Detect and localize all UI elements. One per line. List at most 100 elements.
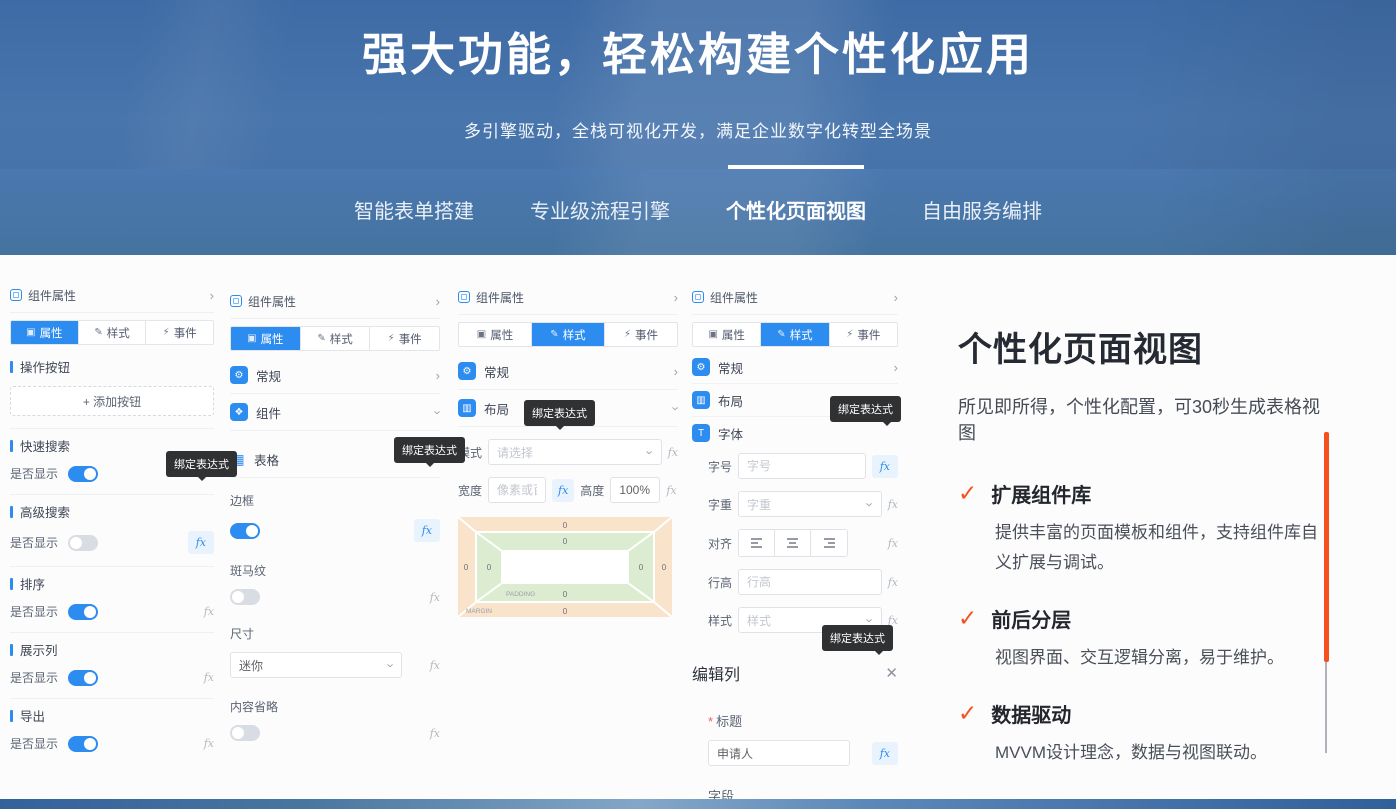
feature-scroll-indicator[interactable] — [1324, 432, 1329, 753]
panel-component-props-4: 组件属性 › ▣ 属性 ✎ 样式 ⚡ 事件 ⚙ — [692, 285, 898, 809]
add-button[interactable]: + 添加按钮 — [10, 386, 214, 416]
align-right-button[interactable] — [811, 530, 847, 556]
check-icon: ✓ — [958, 607, 977, 630]
font-weight-select[interactable]: 字重 › — [738, 491, 882, 517]
fx-button-active[interactable]: fx — [872, 742, 898, 765]
align-group — [738, 529, 848, 557]
panel3-header: 组件属性 › — [458, 285, 678, 309]
event-icon: ⚡ — [388, 333, 395, 344]
title-field-label: *标题 — [692, 711, 898, 730]
padding-top-value: 0 — [563, 537, 568, 546]
quick-search-toggle[interactable] — [68, 466, 98, 482]
tab-style[interactable]: ✎ 样式 — [761, 323, 829, 346]
border-label: 边框 — [230, 492, 440, 509]
section-advanced-search: 高级搜索 — [10, 502, 214, 521]
style-icon: ✎ — [317, 333, 325, 344]
fx-button[interactable]: fx — [430, 727, 440, 740]
fx-button[interactable]: fx — [204, 737, 214, 750]
component-icon: ❖ — [230, 403, 248, 421]
title-input[interactable] — [708, 740, 850, 766]
layout-icon: ▥ — [458, 399, 476, 417]
chevron-right-icon: › — [436, 369, 440, 382]
tab-smart-form[interactable]: 智能表单搭建 — [354, 199, 474, 225]
event-icon: ⚡ — [846, 329, 853, 340]
mode-select[interactable]: 请选择 › — [488, 439, 662, 465]
chevron-down-icon: › — [669, 406, 682, 410]
advanced-search-toggle[interactable] — [68, 535, 98, 551]
tab-event[interactable]: ⚡ 事件 — [605, 323, 677, 346]
fx-button-active[interactable]: fx — [188, 531, 214, 554]
tab-service-orchestration[interactable]: 自由服务编排 — [922, 199, 1042, 225]
height-label: 高度 — [580, 482, 604, 499]
tab-event[interactable]: ⚡ 事件 — [830, 323, 897, 346]
sort-toggle[interactable] — [68, 604, 98, 620]
group-general[interactable]: ⚙ 常规 › — [458, 353, 678, 389]
list-item: ✓ 数据驱动 MVVM设计理念，数据与视图联动。 — [958, 699, 1318, 768]
collapse-icon[interactable]: › — [674, 291, 678, 304]
font-weight-row: 字重 字重 › fx — [692, 491, 898, 517]
panel4-title: 组件属性 — [710, 289, 758, 306]
fx-button[interactable]: fx — [204, 605, 214, 618]
ellipsis-toggle[interactable] — [230, 725, 260, 741]
padding-bottom-value: 0 — [563, 590, 568, 599]
check-icon: ✓ — [958, 702, 977, 725]
box-model-diagram: 0 0 0 0 0 0 0 0 MARGIN PADDING — [458, 517, 672, 617]
fx-button[interactable]: fx — [668, 446, 678, 459]
fx-button-active[interactable]: fx — [872, 455, 898, 478]
align-left-icon — [751, 538, 762, 548]
feature-description: 个性化页面视图 所见即所得，个性化配置，可30秒生成表格视图 ✓ 扩展组件库 提… — [958, 322, 1338, 809]
align-center-button[interactable] — [775, 530, 811, 556]
tab-style[interactable]: ✎ 样式 — [532, 323, 605, 346]
tab-event[interactable]: ⚡ 事件 — [146, 321, 213, 344]
required-mark: * — [708, 714, 713, 729]
tab-properties[interactable]: ▣ 属性 — [231, 327, 301, 350]
font-weight-label: 字重 — [708, 496, 732, 513]
group-general[interactable]: ⚙ 常规 › — [230, 357, 440, 393]
fx-button[interactable]: fx — [204, 671, 214, 684]
tab-personalized-view[interactable]: 个性化页面视图 — [726, 199, 866, 225]
hero-subtitle: 多引擎驱动，全栈可视化开发，满足企业数字化转型全场景 — [0, 117, 1396, 142]
fx-button-active[interactable]: fx — [552, 479, 574, 502]
export-toggle[interactable] — [68, 736, 98, 752]
font-size-input[interactable] — [738, 453, 866, 479]
tab-event[interactable]: ⚡ 事件 — [370, 327, 439, 350]
tab-properties[interactable]: ▣ 属性 — [693, 323, 761, 346]
tab-style[interactable]: ✎ 样式 — [301, 327, 371, 350]
tab-style[interactable]: ✎ 样式 — [79, 321, 147, 344]
close-icon[interactable]: ✕ — [885, 664, 898, 682]
tab-process-engine[interactable]: 专业级流程引擎 — [530, 199, 670, 225]
edit-column-title: 编辑列 — [692, 661, 885, 685]
columns-toggle[interactable] — [68, 670, 98, 686]
properties-icon: ▣ — [247, 333, 256, 344]
fx-button-active[interactable]: fx — [414, 519, 440, 542]
line-height-input[interactable] — [738, 569, 882, 595]
fx-button[interactable]: fx — [430, 591, 440, 604]
width-input[interactable] — [488, 477, 546, 503]
collapse-icon[interactable]: › — [436, 295, 440, 308]
panel1-header: 组件属性 › — [10, 283, 214, 307]
group-general[interactable]: ⚙ 常规 › — [692, 351, 898, 383]
tab-properties[interactable]: ▣ 属性 — [459, 323, 532, 346]
fx-button[interactable]: fx — [888, 537, 898, 550]
collapse-icon[interactable]: › — [894, 291, 898, 304]
chevron-down-icon: › — [431, 410, 444, 414]
collapse-icon[interactable]: › — [210, 289, 214, 302]
group-component[interactable]: ❖ 组件 › — [230, 394, 440, 430]
border-toggle[interactable] — [230, 523, 260, 539]
mode-row: 模式 请选择 › fx — [458, 439, 678, 465]
size-select[interactable]: 迷你 › — [230, 652, 402, 678]
fx-button[interactable]: fx — [430, 659, 440, 672]
panel-component-props-3: 组件属性 › ▣ 属性 ✎ 样式 ⚡ 事件 ⚙ — [458, 285, 678, 617]
style-icon: ✎ — [550, 329, 558, 340]
fx-button[interactable]: fx — [888, 576, 898, 589]
chevron-down-icon: › — [864, 618, 877, 622]
tab-properties[interactable]: ▣ 属性 — [11, 321, 79, 344]
height-input[interactable] — [610, 477, 660, 503]
zebra-toggle[interactable] — [230, 589, 260, 605]
hero-section: 强大功能，轻松构建个性化应用 多引擎驱动，全栈可视化开发，满足企业数字化转型全场… — [0, 0, 1396, 169]
list-item: ✓ 扩展组件库 提供丰富的页面模板和组件，支持组件库自定义扩展与调试。 — [958, 479, 1318, 578]
fx-button[interactable]: fx — [666, 484, 676, 497]
fx-button[interactable]: fx — [888, 498, 898, 511]
ellipsis-label: 内容省略 — [230, 698, 440, 715]
align-left-button[interactable] — [739, 530, 775, 556]
